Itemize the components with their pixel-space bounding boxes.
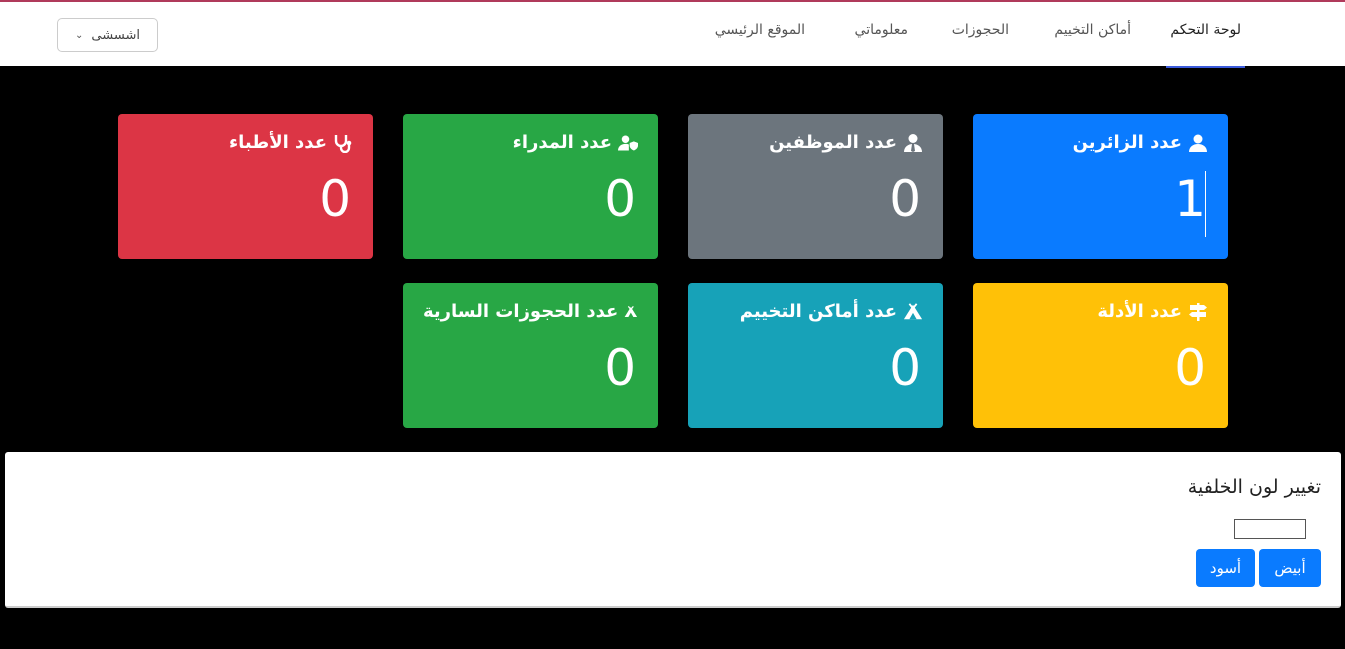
card-value: 0 bbox=[604, 339, 636, 397]
card-doctors: عدد الأطباء 0 bbox=[118, 114, 373, 259]
white-button[interactable]: أبيض bbox=[1259, 549, 1321, 587]
panel-title: تغيير لون الخلفية bbox=[1187, 476, 1321, 498]
user-shield-icon bbox=[618, 135, 638, 150]
nav-label: لوحة التحكم bbox=[1170, 22, 1241, 38]
color-input[interactable] bbox=[1234, 519, 1306, 539]
card-active-bookings: عدد الحجوزات السارية 0 bbox=[403, 283, 658, 428]
nav-camping-places[interactable]: أماكن التخييم bbox=[1054, 22, 1131, 68]
text-cursor bbox=[1205, 171, 1206, 237]
nav-label: الموقع الرئيسي bbox=[714, 22, 805, 38]
card-value: 0 bbox=[1174, 339, 1206, 397]
nav-bookings[interactable]: الحجوزات bbox=[952, 22, 1009, 68]
black-button[interactable]: أسود bbox=[1196, 549, 1255, 587]
card-title: عدد الموظفين bbox=[769, 132, 897, 153]
card-title: عدد الحجوزات السارية bbox=[423, 301, 619, 322]
stethoscope-icon bbox=[334, 134, 352, 153]
nav-label: أماكن التخييم bbox=[1054, 22, 1131, 38]
card-value: 0 bbox=[889, 170, 921, 228]
card-value: 0 bbox=[604, 170, 636, 228]
nav-label: الحجوزات bbox=[951, 22, 1009, 38]
card-title: عدد الزائرين bbox=[1072, 132, 1182, 153]
card-value: 1 bbox=[1174, 170, 1206, 228]
campground-icon bbox=[903, 302, 923, 319]
card-title: عدد الأدلة bbox=[1097, 301, 1182, 322]
card-value: 0 bbox=[319, 170, 351, 228]
nav-my-info[interactable]: معلوماتي bbox=[855, 22, 908, 68]
card-camping-places: عدد أماكن التخييم 0 bbox=[688, 283, 943, 428]
card-title: عدد الأطباء bbox=[228, 132, 327, 153]
campground-icon bbox=[624, 305, 638, 317]
user-dropdown[interactable]: اشسشى ⌄ bbox=[57, 18, 158, 52]
nav-label: معلوماتي bbox=[854, 22, 908, 38]
user-icon bbox=[1189, 134, 1207, 152]
top-navbar: لوحة التحكم أماكن التخييم الحجوزات معلوم… bbox=[0, 0, 1345, 68]
card-guides: عدد الأدلة 0 bbox=[973, 283, 1228, 428]
background-color-panel: تغيير لون الخلفية أبيض أسود bbox=[5, 452, 1341, 608]
chevron-down-icon: ⌄ bbox=[75, 29, 84, 41]
card-title: عدد المدراء bbox=[512, 132, 612, 153]
nav-dashboard[interactable]: لوحة التحكم bbox=[1166, 22, 1245, 68]
nav-main-site[interactable]: الموقع الرئيسي bbox=[715, 22, 805, 68]
user-tie-icon bbox=[904, 133, 922, 152]
user-name: اشسشى bbox=[91, 27, 140, 43]
card-title: عدد أماكن التخييم bbox=[739, 301, 897, 322]
card-employees: عدد الموظفين 0 bbox=[688, 114, 943, 259]
card-managers: عدد المدراء 0 bbox=[403, 114, 658, 259]
card-visitors: عدد الزائرين 1 bbox=[973, 114, 1228, 259]
card-value: 0 bbox=[889, 339, 921, 397]
signpost-icon bbox=[1189, 302, 1207, 321]
